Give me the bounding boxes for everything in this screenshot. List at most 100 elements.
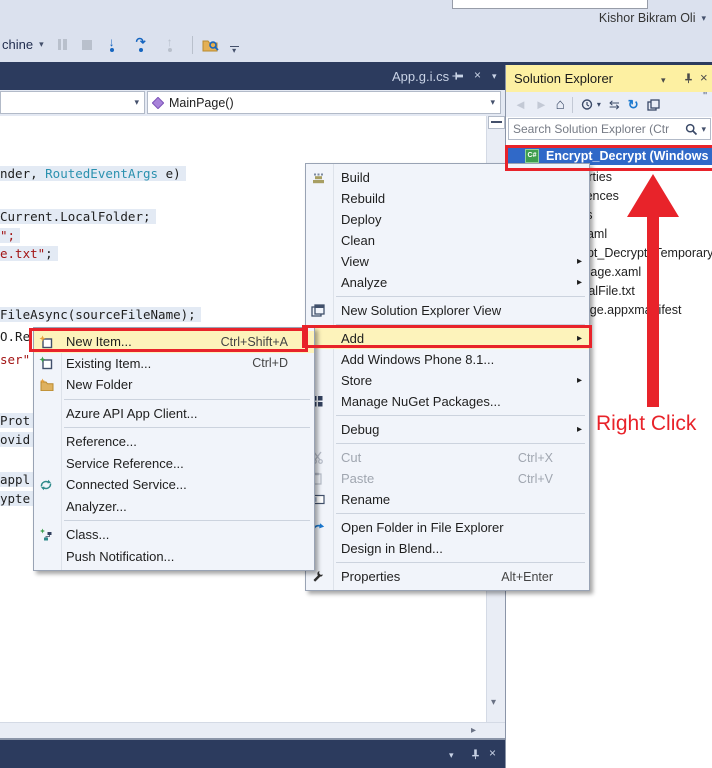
step-into-button[interactable]: ↓ (103, 36, 121, 54)
new-folder-icon (39, 378, 56, 392)
chevron-down-icon[interactable]: ▾ (39, 39, 44, 50)
pause-button[interactable] (57, 39, 67, 50)
menu-item-design-in-blend[interactable]: Design in Blend... (306, 538, 589, 559)
solution-explorer-search[interactable]: Search Solution Explorer (Ctrl+; ▾ (508, 118, 711, 140)
toolbar-separator (571, 96, 573, 113)
menu-item-analyzer[interactable]: Analyzer... (34, 496, 314, 518)
menu-item-rebuild[interactable]: Rebuild (306, 188, 589, 209)
editor-split-handle[interactable] (488, 116, 505, 129)
toolbar-overflow-button[interactable]: ▾ (229, 45, 239, 55)
preview-selected-items-icon[interactable] (646, 98, 660, 111)
pending-changes-filter-icon[interactable] (581, 98, 594, 111)
menu-item-clean[interactable]: Clean (306, 230, 589, 251)
types-dropdown[interactable]: ▾ (0, 91, 145, 114)
new-solution-explorer-view-icon (311, 304, 328, 317)
menu-separator (336, 296, 585, 297)
code-line: "; (0, 227, 21, 244)
menu-item-open-folder-in-file-explorer[interactable]: Open Folder in File Explorer (306, 517, 589, 538)
bottom-tool-window-bar: ▾ × (0, 740, 505, 768)
horizontal-scrollbar[interactable]: ▸ (0, 722, 505, 738)
chevron-down-icon[interactable]: ▾ (597, 100, 601, 109)
pin-icon[interactable] (452, 70, 464, 82)
machine-dropdown[interactable]: chine (2, 37, 33, 52)
solution-explorer-header[interactable]: Solution Explorer ▾ × (506, 65, 712, 92)
forward-icon[interactable]: ► (535, 98, 548, 111)
menu-separator (336, 415, 585, 416)
menu-item-existing-item[interactable]: Existing Item... Ctrl+D (34, 353, 314, 375)
menu-item-add-windows-phone[interactable]: Add Windows Phone 8.1... (306, 349, 589, 370)
code-line: ypte (0, 490, 36, 507)
code-line: e.txt"; (0, 245, 58, 262)
menu-item-deploy[interactable]: Deploy (306, 209, 589, 230)
find-in-files-icon[interactable] (202, 37, 220, 53)
tab-title[interactable]: App.g.i.cs (392, 69, 449, 84)
menu-item-store[interactable]: Store ▸ (306, 370, 589, 391)
menu-item-connected-service[interactable]: Connected Service... (34, 474, 314, 496)
submenu-arrow-icon: ▸ (576, 277, 582, 288)
chevron-down-icon: ▾ (490, 97, 495, 107)
menu-item-reference[interactable]: Reference... (34, 431, 314, 453)
menu-item-add[interactable]: Add ▸ (306, 328, 589, 349)
menu-item-manage-nuget-packages[interactable]: Manage NuGet Packages... (306, 391, 589, 412)
scroll-right-icon[interactable]: ▸ (471, 725, 476, 736)
home-icon[interactable]: ⌂ (556, 97, 565, 112)
chevron-down-icon: ▾ (134, 97, 139, 107)
menu-item-cut: Cut Ctrl+X (306, 447, 589, 468)
toolbar-overflow-icon[interactable]: '' (703, 92, 707, 102)
submenu-arrow-icon: ▸ (576, 424, 582, 435)
step-over-button[interactable]: ↷ (132, 36, 150, 54)
submenu-arrow-icon: ▸ (576, 375, 582, 386)
toolbar-separator (191, 35, 193, 54)
menu-item-push-notification[interactable]: Push Notification... (34, 546, 314, 568)
code-line: nder, RoutedEventArgs e) (0, 165, 186, 182)
panel-title: Solution Explorer (514, 71, 613, 86)
scroll-down-icon[interactable]: ▾ (491, 697, 496, 708)
back-icon[interactable]: ◄ (514, 98, 527, 111)
chevron-down-icon: ▾ (701, 12, 706, 23)
menu-item-azure-api-app-client[interactable]: Azure API App Client... (34, 403, 314, 425)
close-icon[interactable]: × (474, 68, 481, 82)
pin-icon[interactable] (470, 748, 481, 760)
code-line: Current.LocalFolder; (0, 208, 156, 225)
code-line: ser" (0, 352, 31, 367)
menu-item-class[interactable]: Class... (34, 524, 314, 546)
close-icon[interactable]: × (489, 746, 496, 760)
menu-separator (336, 513, 585, 514)
menu-separator (336, 443, 585, 444)
code-line: FileAsync(sourceFileName); (0, 306, 201, 323)
menu-item-view[interactable]: View ▸ (306, 251, 589, 272)
pin-icon[interactable] (683, 72, 694, 84)
refresh-icon[interactable]: ↻ (628, 98, 639, 111)
account-menu[interactable]: Kishor Bikram Oli ▾ (599, 11, 706, 25)
menu-item-analyze[interactable]: Analyze ▸ (306, 272, 589, 293)
code-line: ovid (0, 431, 36, 448)
menu-item-new-item[interactable]: New Item... Ctrl+Shift+A (34, 331, 314, 353)
menu-item-rename[interactable]: Rename (306, 489, 589, 510)
menu-separator (64, 520, 310, 521)
submenu-arrow-icon: ▸ (576, 333, 582, 344)
search-icon (685, 123, 698, 136)
menu-item-build[interactable]: Build (306, 167, 589, 188)
chevron-down-icon[interactable]: ▾ (492, 71, 497, 82)
menu-item-new-folder[interactable]: New Folder (34, 374, 314, 396)
chevron-down-icon[interactable]: ▾ (661, 75, 666, 86)
menu-item-service-reference[interactable]: Service Reference... (34, 453, 314, 475)
close-icon[interactable]: × (700, 70, 708, 85)
submenu-arrow-icon: ▸ (576, 256, 582, 267)
code-line: Prot (0, 412, 36, 429)
menu-item-debug[interactable]: Debug ▸ (306, 419, 589, 440)
members-dropdown[interactable]: MainPage() ▾ (147, 91, 501, 114)
solution-explorer-toolbar: ◄ ► ⌂ ▾ ⇆ ↻ '' (506, 92, 712, 117)
step-out-button[interactable]: ↑ (161, 36, 179, 54)
csharp-project-icon: C# (525, 148, 539, 163)
add-submenu: New Item... Ctrl+Shift+A Existing Item..… (33, 327, 315, 571)
menu-item-new-solution-explorer-view[interactable]: New Solution Explorer View (306, 300, 589, 321)
stop-button[interactable] (81, 39, 92, 50)
member-name: MainPage() (169, 95, 234, 110)
chevron-down-icon: ▾ (701, 123, 706, 134)
project-context-menu: Build Rebuild Deploy Clean View ▸ Analyze… (305, 163, 590, 591)
vs-ide-screen: Kishor Bikram Oli ▾ chine ▾ ↓ ↷ ↑ ▾ App.… (0, 0, 712, 768)
menu-item-properties[interactable]: Properties Alt+Enter (306, 566, 589, 587)
chevron-down-icon[interactable]: ▾ (449, 750, 454, 761)
sync-with-active-document-icon[interactable]: ⇆ (609, 98, 620, 111)
